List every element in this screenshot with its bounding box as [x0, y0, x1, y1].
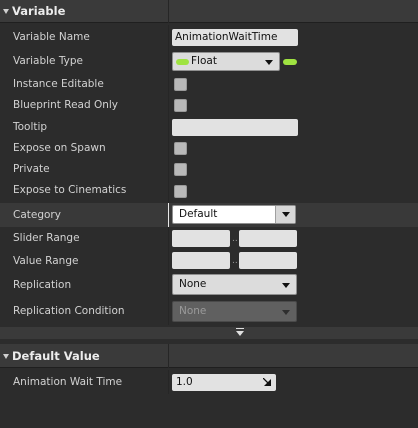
column-divider [168, 95, 169, 117]
chevron-down-icon[interactable] [3, 9, 9, 14]
variable-type-value: Float [191, 55, 217, 67]
label-replication: Replication [13, 279, 72, 291]
column-divider [168, 117, 169, 139]
column-divider [168, 227, 169, 250]
label-private: Private [13, 163, 50, 175]
chevron-down-icon [282, 283, 290, 288]
row-replication: Replication None [0, 272, 418, 298]
label-variable-name: Variable Name [13, 31, 90, 43]
column-divider [168, 0, 169, 23]
label-expose-to-cinematics: Expose to Cinematics [13, 184, 127, 196]
replication-value: None [179, 278, 207, 290]
label-animation-wait-time: Animation Wait Time [13, 376, 123, 388]
category-value: Default [179, 208, 218, 220]
instance-editable-checkbox[interactable] [174, 78, 187, 91]
column-divider [168, 272, 169, 298]
blueprint-read-only-checkbox[interactable] [174, 99, 187, 112]
row-variable-name: Variable Name AnimationWaitTime [0, 25, 418, 50]
expand-down-icon[interactable] [236, 331, 244, 336]
column-divider [168, 50, 169, 73]
expose-to-cinematics-checkbox[interactable] [174, 185, 187, 198]
column-divider [168, 370, 169, 394]
float-type-pill-icon [176, 59, 189, 65]
details-panel: Variable Variable Name AnimationWaitTime… [0, 0, 418, 428]
expand-down-icon-bar [236, 328, 244, 329]
variable-name-input[interactable]: AnimationWaitTime [172, 29, 298, 46]
range-separator: .. [232, 234, 238, 244]
row-replication-condition: Replication Condition None [0, 298, 418, 325]
advanced-properties-expander[interactable] [0, 327, 418, 339]
row-variable-type: Variable Type Float [0, 50, 418, 73]
private-checkbox[interactable] [174, 163, 187, 176]
chevron-down-icon[interactable] [3, 354, 9, 359]
type-container-pill-icon[interactable] [283, 59, 297, 65]
chevron-down-icon [282, 212, 290, 217]
section-header-default-value[interactable]: Default Value [0, 344, 418, 368]
column-divider [168, 298, 169, 325]
animation-wait-time-value: 1.0 [176, 376, 193, 388]
range-separator: .. [232, 256, 238, 266]
tooltip-input[interactable] [172, 119, 298, 136]
replication-condition-value: None [179, 305, 207, 317]
row-animation-wait-time: Animation Wait Time 1.0 [0, 370, 418, 394]
section-title-variable: Variable [12, 4, 66, 18]
category-combobox[interactable]: Default [172, 205, 296, 224]
resize-arrow-icon[interactable] [263, 378, 271, 386]
column-divider [168, 139, 169, 160]
label-variable-type: Variable Type [13, 55, 83, 67]
row-private: Private [0, 160, 418, 181]
label-replication-condition: Replication Condition [13, 305, 125, 317]
label-slider-range: Slider Range [13, 232, 80, 244]
value-range-max-input[interactable] [239, 252, 297, 269]
section-header-variable[interactable]: Variable [0, 0, 418, 23]
column-divider [168, 203, 169, 227]
row-instance-editable: Instance Editable [0, 73, 418, 95]
category-dropdown-button[interactable] [275, 206, 295, 223]
row-value-range: Value Range .. [0, 250, 418, 272]
column-divider [168, 344, 169, 368]
column-divider [168, 181, 169, 203]
column-divider [168, 160, 169, 181]
label-expose-on-spawn: Expose on Spawn [13, 142, 106, 154]
column-divider [168, 73, 169, 95]
label-tooltip: Tooltip [13, 121, 48, 133]
label-instance-editable: Instance Editable [13, 78, 104, 90]
animation-wait-time-input[interactable]: 1.0 [172, 374, 276, 391]
section-title-default-value: Default Value [12, 349, 100, 363]
slider-range-min-input[interactable] [172, 230, 230, 247]
row-expose-to-cinematics: Expose to Cinematics [0, 181, 418, 203]
row-blueprint-read-only: Blueprint Read Only [0, 95, 418, 117]
chevron-down-icon [282, 310, 290, 315]
variable-type-dropdown[interactable]: Float [172, 52, 280, 71]
value-range-min-input[interactable] [172, 252, 230, 269]
expose-on-spawn-checkbox[interactable] [174, 142, 187, 155]
column-divider [168, 250, 169, 272]
replication-condition-dropdown: None [172, 301, 297, 322]
row-tooltip: Tooltip [0, 117, 418, 139]
label-value-range: Value Range [13, 255, 79, 267]
row-expose-on-spawn: Expose on Spawn [0, 139, 418, 160]
slider-range-max-input[interactable] [239, 230, 297, 247]
replication-dropdown[interactable]: None [172, 274, 297, 295]
row-category: Category Default [0, 203, 418, 227]
chevron-down-icon [265, 60, 273, 65]
label-blueprint-read-only: Blueprint Read Only [13, 99, 119, 111]
row-slider-range: Slider Range .. [0, 227, 418, 250]
column-divider [168, 25, 169, 50]
label-category: Category [13, 209, 61, 221]
